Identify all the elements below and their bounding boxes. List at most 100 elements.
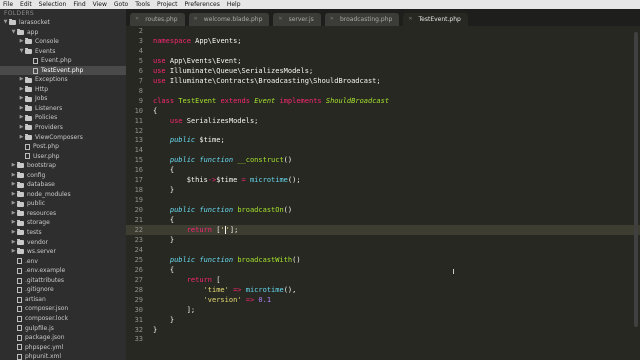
code-line[interactable]: } — [153, 236, 174, 244]
file-item[interactable]: artisan — [0, 295, 126, 305]
file-item[interactable]: Event.php — [0, 56, 126, 66]
disclosure-closed-icon[interactable]: ▶ — [10, 171, 17, 181]
menu-preferences[interactable]: Preferences — [182, 0, 224, 9]
code-line[interactable]: namespace App\Events; — [153, 37, 242, 45]
folder-item[interactable]: ▶ Providers — [0, 123, 126, 133]
editor-scrollbar[interactable] — [634, 32, 638, 327]
code-line[interactable]: { — [153, 266, 174, 274]
disclosure-closed-icon[interactable]: ▶ — [18, 37, 25, 47]
code-line[interactable]: public function broadcastWith() — [153, 256, 301, 264]
tab-routes-php[interactable]: ✕ routes.php — [130, 13, 185, 26]
folder-item[interactable]: ▶ bootstrap — [0, 161, 126, 171]
disclosure-open-icon[interactable]: ▼ — [18, 47, 25, 57]
code-line[interactable]: use App\Events\Event; — [153, 57, 242, 65]
code-line[interactable]: use Illuminate\Contracts\Broadcasting\Sh… — [153, 77, 381, 85]
file-item[interactable]: phpspec.yml — [0, 343, 126, 353]
folder-item[interactable]: ▶ storage — [0, 218, 126, 228]
disclosure-closed-icon[interactable]: ▶ — [18, 94, 25, 104]
menu-tools[interactable]: Tools — [132, 0, 154, 9]
tab-broadcasting-php[interactable]: ✕ broadcasting.php — [324, 13, 400, 26]
folder-item[interactable]: ▶ tests — [0, 228, 126, 238]
folder-item[interactable]: ▼ larasocket — [0, 18, 126, 28]
disclosure-closed-icon[interactable]: ▶ — [10, 161, 17, 171]
menu-edit[interactable]: Edit — [17, 0, 36, 9]
file-item[interactable]: .gitattributes — [0, 276, 126, 286]
file-item[interactable]: composer.lock — [0, 314, 126, 324]
code-line[interactable]: { — [153, 166, 174, 174]
file-item[interactable]: TestEvent.php — [0, 65, 126, 76]
disclosure-closed-icon[interactable]: ▶ — [10, 238, 17, 248]
disclosure-closed-icon[interactable]: ▶ — [10, 218, 17, 228]
file-item[interactable]: .gitignore — [0, 285, 126, 295]
folder-item[interactable]: ▶ public — [0, 199, 126, 209]
tab-close-icon[interactable]: ✕ — [330, 13, 334, 26]
folder-item[interactable]: ▶ ws.server — [0, 247, 126, 257]
tab-close-icon[interactable]: ✕ — [194, 13, 198, 26]
disclosure-open-icon[interactable]: ▼ — [2, 18, 9, 28]
code-line[interactable]: } — [153, 316, 174, 324]
folder-item[interactable]: ▼ Events — [0, 47, 126, 57]
code-line[interactable]: 'time' => microtime(), — [153, 286, 297, 294]
folder-item[interactable]: ▶ Listeners — [0, 104, 126, 114]
folder-item[interactable]: ▶ config — [0, 171, 126, 181]
disclosure-open-icon[interactable]: ▼ — [10, 28, 17, 38]
file-item[interactable]: phpunit.xml — [0, 352, 126, 360]
code-line[interactable]: return [ — [153, 276, 221, 284]
file-item[interactable]: .env — [0, 257, 126, 267]
folder-item[interactable]: ▶ Http — [0, 85, 126, 95]
menu-view[interactable]: View — [90, 0, 111, 9]
code-editor[interactable]: 2 3 4 5 6 7 8 9 10 11 12 13 14 15 16 17 18 19 20 21 22 23 24 25… — [126, 26, 640, 360]
code-line[interactable]: { — [153, 216, 174, 224]
code-line[interactable]: { — [153, 107, 157, 115]
code-line[interactable]: return ['']; — [153, 226, 238, 234]
code-line[interactable]: ]; — [153, 306, 195, 314]
menu-project[interactable]: Project — [154, 0, 182, 9]
menu-goto[interactable]: Goto — [111, 0, 132, 9]
menu-file[interactable]: File — [0, 0, 17, 9]
menu-help[interactable]: Help — [224, 0, 245, 9]
file-item[interactable]: Post.php — [0, 142, 126, 152]
code-line[interactable]: use Illuminate\Queue\SerializesModels; — [153, 67, 313, 75]
tab-welcome-blade-php[interactable]: ✕ welcome.blade.php — [188, 13, 270, 26]
tab-testevent-php[interactable]: ✕ TestEvent.php — [403, 13, 468, 26]
code-line[interactable]: public function __construct() — [153, 156, 292, 164]
tab-server-js[interactable]: ✕ server.js — [273, 13, 321, 26]
disclosure-closed-icon[interactable]: ▶ — [10, 190, 17, 200]
file-item[interactable]: package.json — [0, 333, 126, 343]
file-item[interactable]: User.php — [0, 152, 126, 162]
code-line[interactable]: } — [153, 326, 157, 334]
folder-item[interactable]: ▶ Policies — [0, 113, 126, 123]
disclosure-closed-icon[interactable]: ▶ — [18, 133, 25, 143]
folder-item[interactable]: ▶ resources — [0, 209, 126, 219]
folder-item[interactable]: ▶ node_modules — [0, 190, 126, 200]
file-item[interactable]: .env.example — [0, 266, 126, 276]
folder-item[interactable]: ▶ vendor — [0, 238, 126, 248]
code-line[interactable]: public $time; — [153, 136, 225, 144]
disclosure-closed-icon[interactable]: ▶ — [10, 180, 17, 190]
folder-item[interactable]: ▶ database — [0, 180, 126, 190]
disclosure-closed-icon[interactable]: ▶ — [18, 85, 25, 95]
disclosure-closed-icon[interactable]: ▶ — [18, 75, 25, 85]
folder-item[interactable]: ▶ Console — [0, 37, 126, 47]
tab-close-icon[interactable]: ✕ — [278, 13, 282, 26]
disclosure-closed-icon[interactable]: ▶ — [10, 199, 17, 209]
code-line[interactable]: class TestEvent extends Event implements… — [153, 97, 389, 105]
menu-find[interactable]: Find — [70, 0, 89, 9]
folder-item[interactable]: ▶ ViewComposers — [0, 133, 126, 143]
disclosure-closed-icon[interactable]: ▶ — [18, 104, 25, 114]
disclosure-closed-icon[interactable]: ▶ — [18, 123, 25, 133]
disclosure-closed-icon[interactable]: ▶ — [10, 228, 17, 238]
folder-item[interactable]: ▶ Exceptions — [0, 75, 126, 85]
file-item[interactable]: gulpfile.js — [0, 324, 126, 334]
folder-item[interactable]: ▼ app — [0, 28, 126, 38]
menu-selection[interactable]: Selection — [36, 0, 71, 9]
code-line[interactable]: 'version' => 0.1 — [153, 296, 271, 304]
folder-item[interactable]: ▶ Jobs — [0, 94, 126, 104]
code-line[interactable]: use SerializesModels; — [153, 117, 259, 125]
tab-close-icon[interactable]: ✕ — [135, 13, 139, 26]
disclosure-closed-icon[interactable]: ▶ — [10, 247, 17, 257]
disclosure-closed-icon[interactable]: ▶ — [10, 209, 17, 219]
code-line[interactable]: public function broadcastOn() — [153, 206, 292, 214]
tab-close-icon[interactable]: ✕ — [408, 13, 412, 26]
code-line[interactable]: $this->$time = microtime(); — [153, 176, 301, 184]
